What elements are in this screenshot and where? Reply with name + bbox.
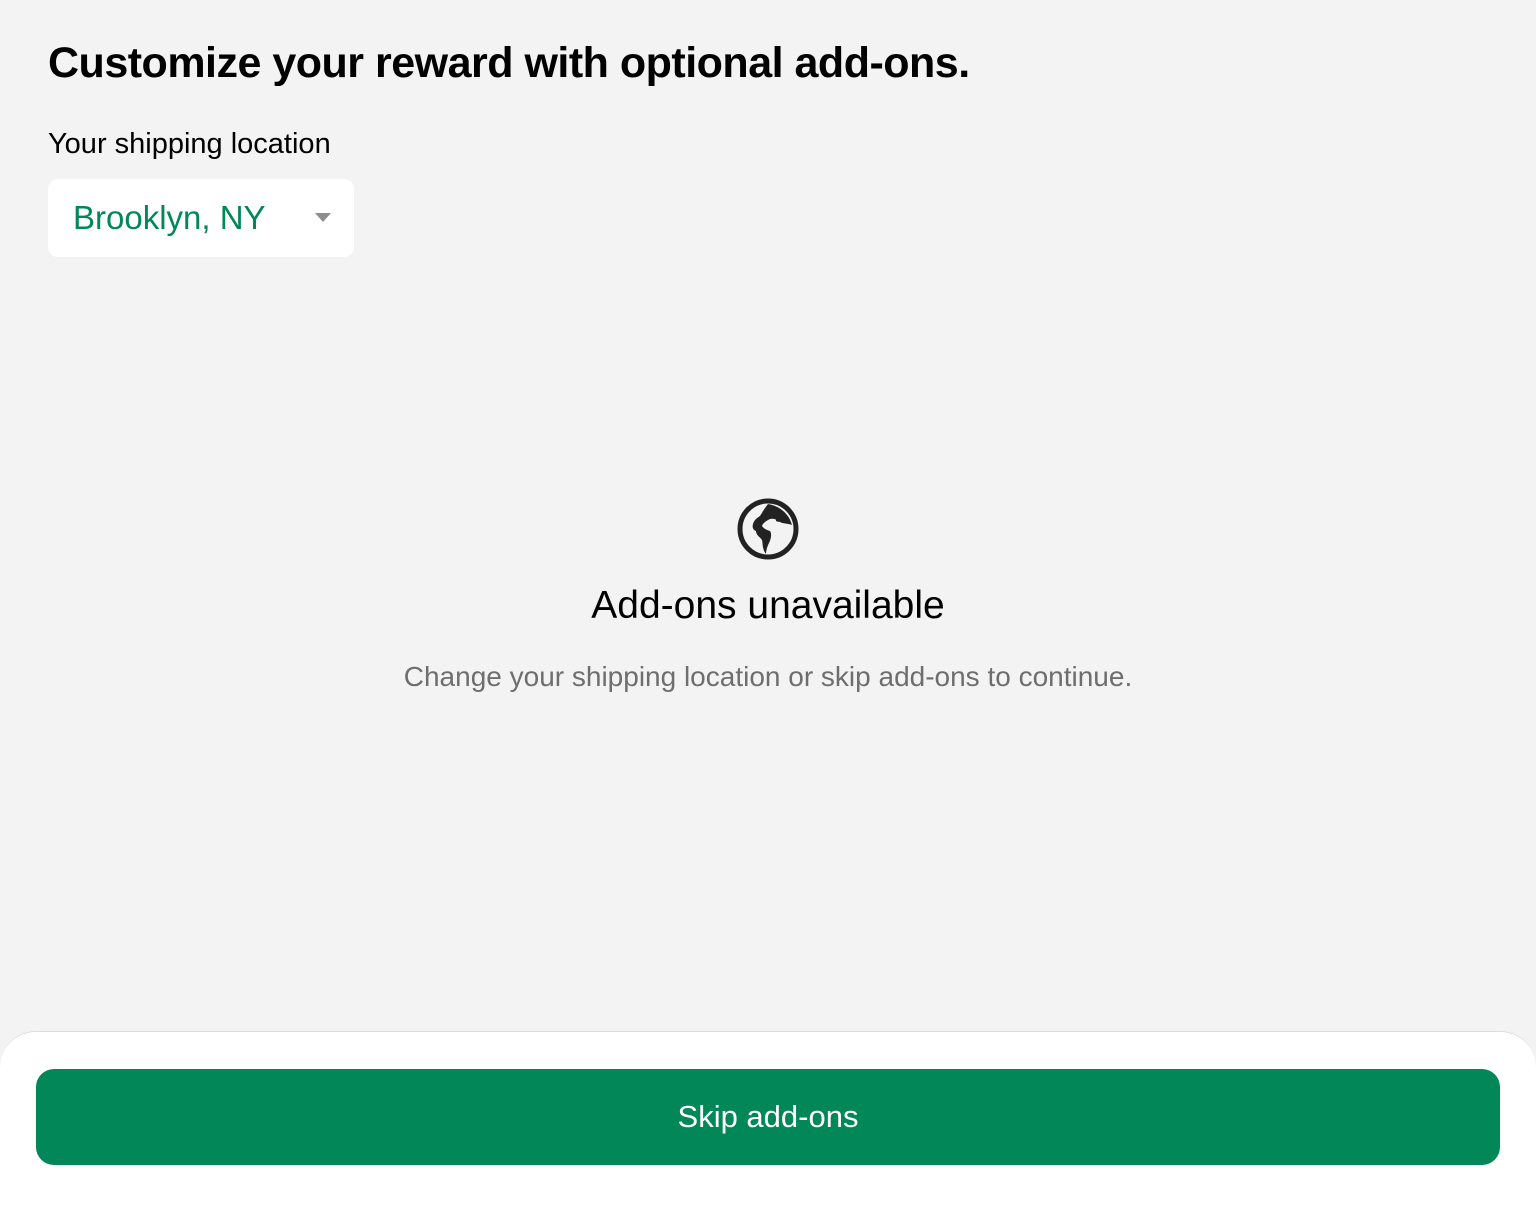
footer-panel: Skip add-ons	[0, 1031, 1536, 1231]
shipping-location-select[interactable]: Brooklyn, NY	[48, 179, 354, 257]
empty-state-title: Add-ons unavailable	[591, 584, 945, 627]
chevron-down-icon	[315, 213, 331, 222]
shipping-location-value: Brooklyn, NY	[73, 199, 266, 236]
empty-state: Add-ons unavailable Change your shipping…	[0, 497, 1536, 695]
empty-state-message: Change your shipping location or skip ad…	[403, 661, 1133, 692]
shipping-location-label: Your shipping location	[48, 128, 331, 160]
page-title: Customize your reward with optional add-…	[48, 39, 970, 87]
globe-icon	[737, 498, 799, 560]
skip-add-ons-button[interactable]: Skip add-ons	[36, 1069, 1500, 1165]
